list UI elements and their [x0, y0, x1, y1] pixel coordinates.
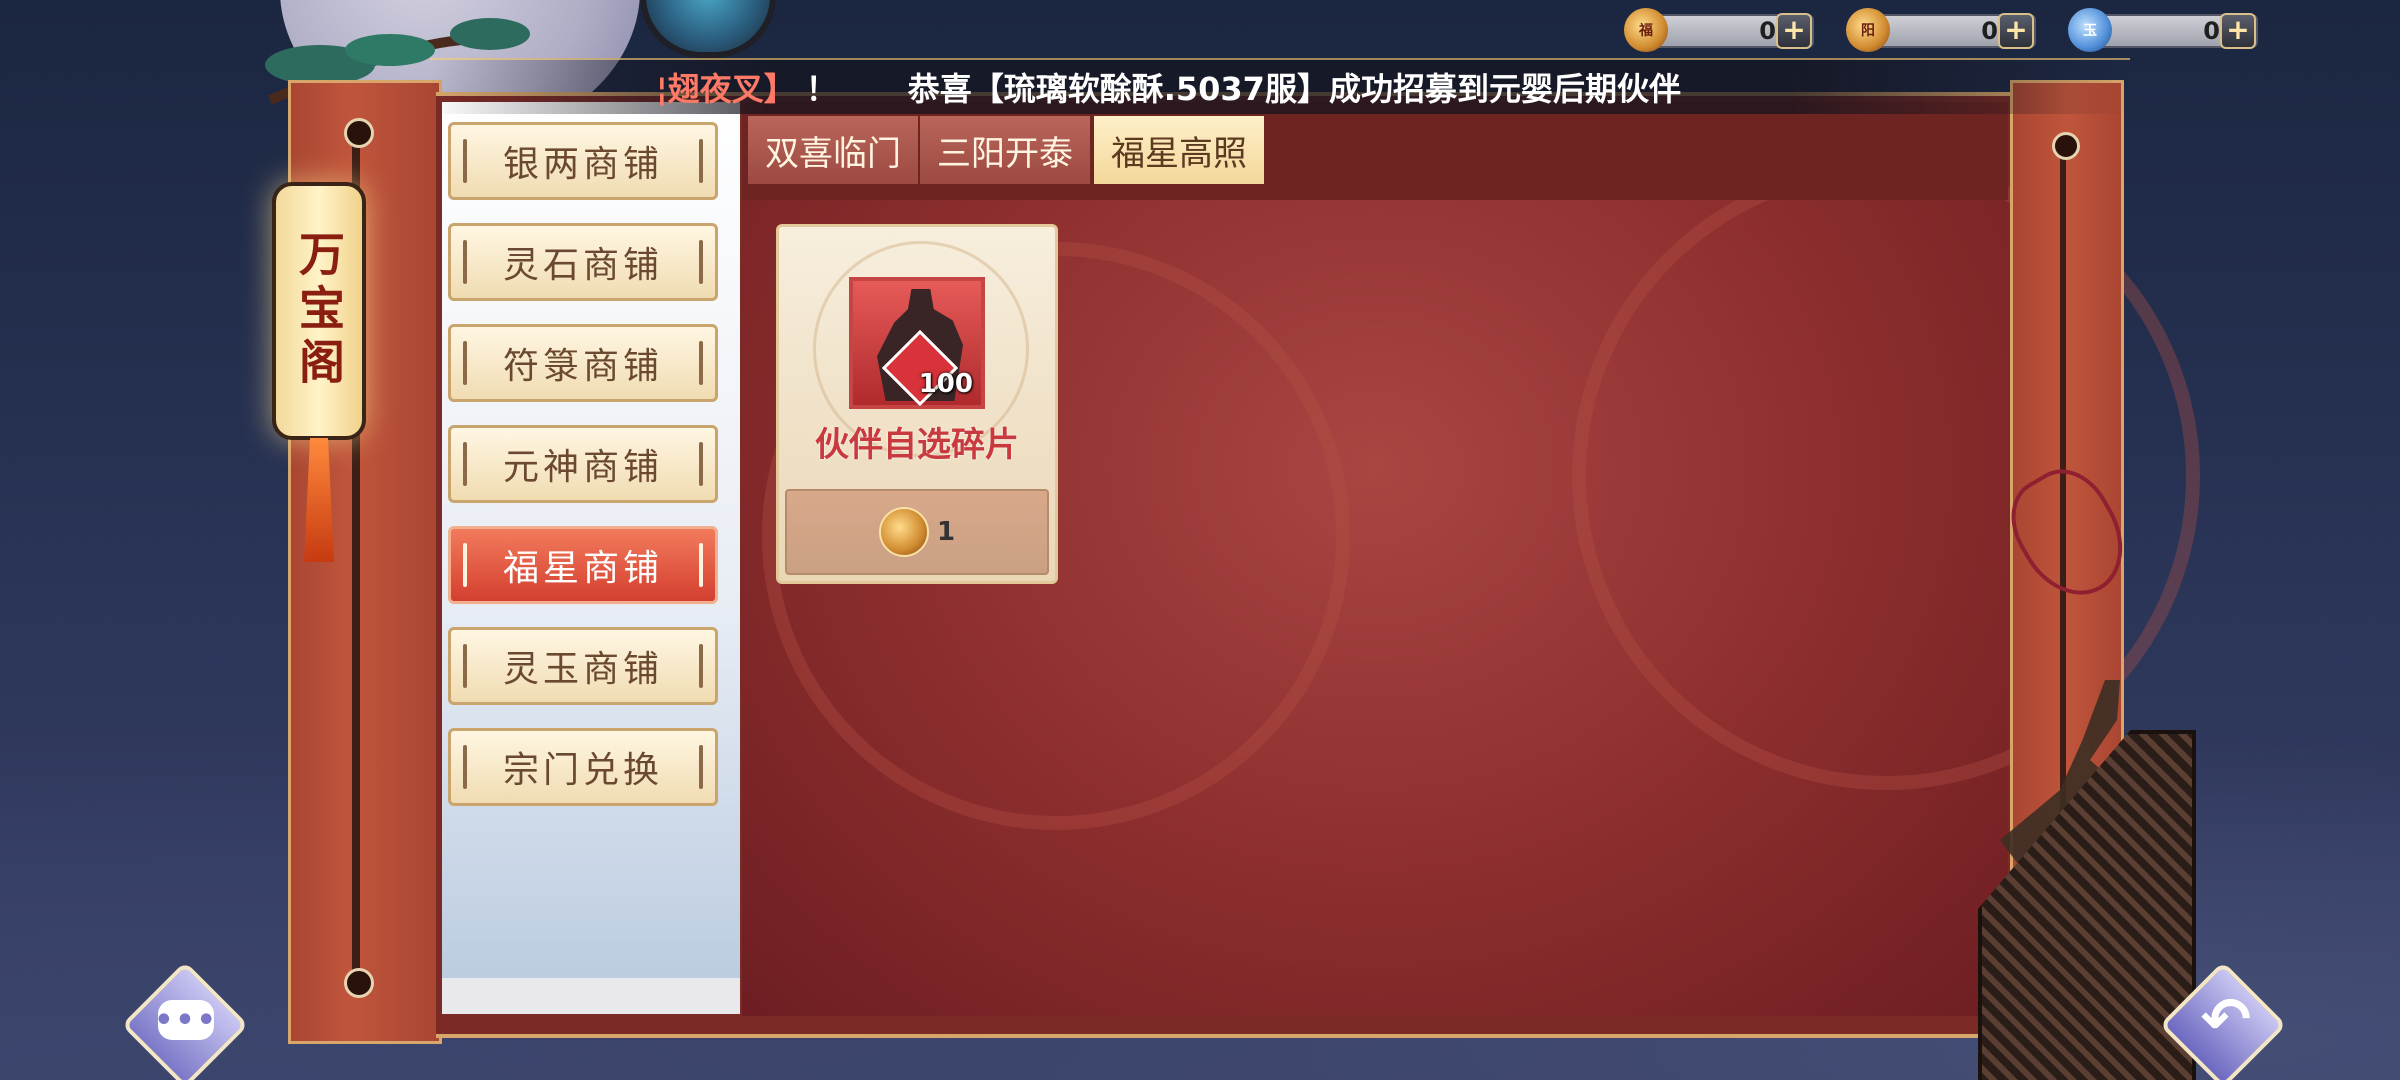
currency-amount: 0 [1981, 17, 1998, 45]
currency-sanyang: 阳 0 + [1846, 8, 2036, 52]
currency-lingyu: 玉 0 + [2068, 8, 2258, 52]
fuxing-coin-icon: 福 [1624, 8, 1668, 52]
mascot-avatar[interactable] [640, 0, 776, 58]
tab-sanyang[interactable]: 三阳开泰 [920, 116, 1092, 184]
menu-item-lingyu[interactable]: 灵玉商铺 [448, 627, 718, 705]
add-currency-button[interactable]: + [2220, 13, 2256, 49]
add-currency-button[interactable]: + [1998, 13, 2034, 49]
menu-item-label: 符箓商铺 [502, 346, 663, 387]
menu-item-label: 灵玉商铺 [502, 649, 663, 690]
tab-shuangxi[interactable]: 双喜临门 [748, 116, 920, 184]
back-arrow-icon[interactable]: ↶ [2196, 990, 2256, 1050]
menu-item-fuxing[interactable]: 福星商铺 [448, 526, 718, 604]
announcement-marquee: ¦翅夜叉】 ！ 恭喜【琉璃软酴酥.5037服】成功招募到元婴后期伙伴 [430, 58, 2130, 114]
item-name: 伙伴自选碎片 [815, 425, 1019, 465]
marquee-exclaim: ！ [805, 70, 838, 108]
menu-item-label: 福星商铺 [502, 548, 663, 589]
menu-item-zongmen[interactable]: 宗门兑换 [448, 728, 718, 806]
tab-label: 双喜临门 [765, 133, 901, 174]
fuxing-coin-icon [878, 507, 929, 557]
menu-item-label: 宗门兑换 [502, 750, 663, 791]
right-pole-cap-top [2052, 132, 2080, 160]
chat-icon[interactable]: ••• [154, 1000, 216, 1040]
currency-amount: 0 [2203, 17, 2220, 45]
marquee-player: ¦翅夜叉】 [656, 70, 796, 108]
lingyu-coin-icon: 玉 [2068, 8, 2112, 52]
item-count: 100 [918, 369, 973, 399]
tab-label: 三阳开泰 [937, 133, 1073, 174]
buy-button[interactable]: 1 [785, 489, 1049, 575]
pole-cap-top [344, 118, 374, 148]
item-icon: 100 [849, 277, 985, 409]
lantern-sign: 万宝阁 [272, 182, 366, 440]
currency-fuxing: 福 0 + [1624, 8, 1814, 52]
menu-item-yinliang[interactable]: 银两商铺 [448, 122, 718, 200]
tab-fuxing[interactable]: 福星高照 [1094, 116, 1266, 184]
sanyang-coin-icon: 阳 [1846, 8, 1890, 52]
menu-item-label: 灵石商铺 [502, 245, 663, 286]
menu-bottom-strip [442, 978, 740, 1014]
add-currency-button[interactable]: + [1776, 13, 1812, 49]
tab-label: 福星高照 [1111, 133, 1247, 174]
pole-cap-bottom [344, 968, 374, 998]
lantern-title: 万宝阁 [292, 230, 346, 392]
menu-item-lingshi[interactable]: 灵石商铺 [448, 223, 718, 301]
marquee-message: 恭喜【琉璃软酴酥.5037服】成功招募到元婴后期伙伴 [907, 70, 1681, 108]
menu-item-fulu[interactable]: 符箓商铺 [448, 324, 718, 402]
currency-amount: 0 [1759, 17, 1776, 45]
menu-item-yuanshen[interactable]: 元神商铺 [448, 425, 718, 503]
shop-item-card[interactable]: 100 伙伴自选碎片 1 [776, 224, 1058, 584]
currency-bar: 福 0 + 阳 0 + 玉 0 + [1624, 8, 2258, 52]
item-price: 1 [936, 517, 956, 547]
menu-item-label: 元神商铺 [502, 447, 663, 488]
menu-item-label: 银两商铺 [502, 144, 663, 185]
